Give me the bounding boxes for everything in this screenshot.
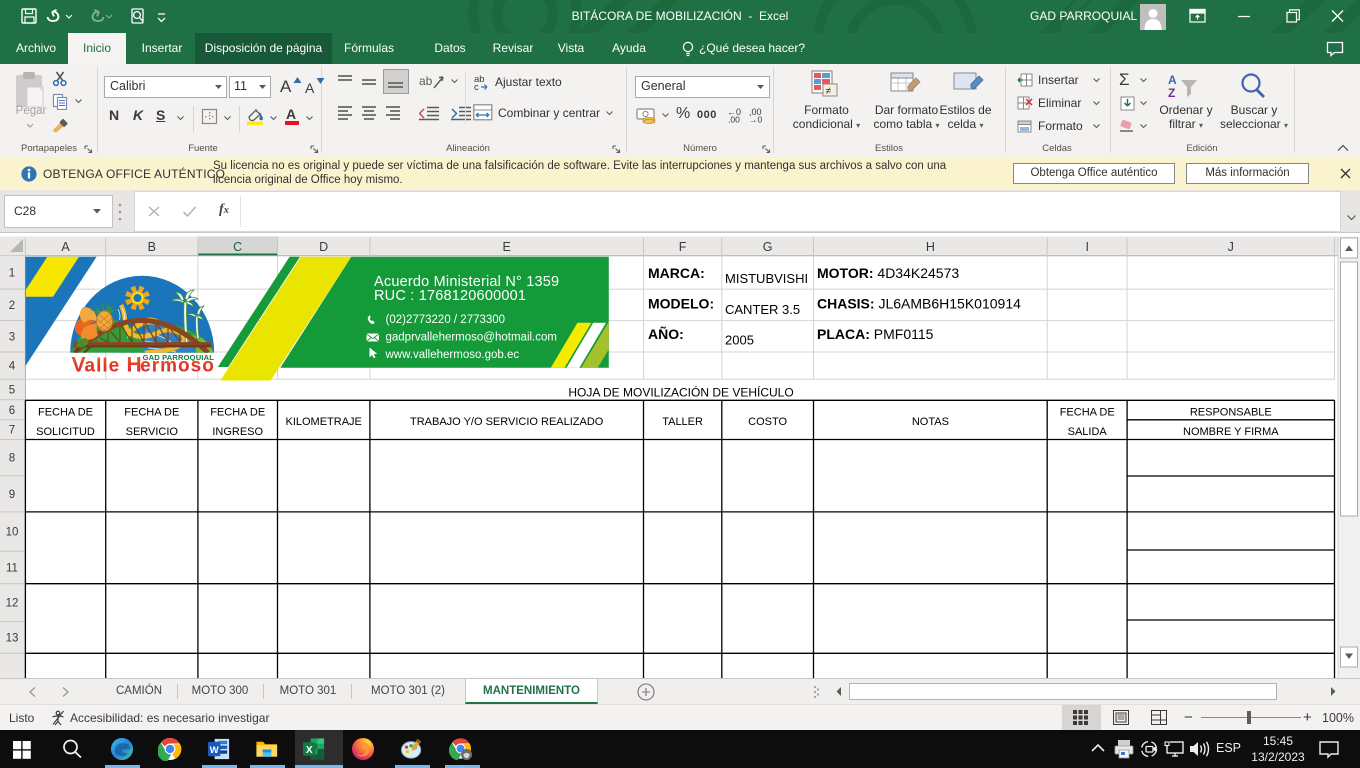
svg-text:CHASIS: JL6AMB6H15K010914: CHASIS: JL6AMB6H15K010914 — [817, 295, 1021, 311]
svg-text:→0: →0 — [749, 115, 763, 124]
svg-text:SOLICITUD: SOLICITUD — [36, 426, 95, 438]
svg-text:SERVICIO: SERVICIO — [126, 426, 179, 438]
svg-text:MOTOR: 4D34K24573: MOTOR: 4D34K24573 — [817, 265, 959, 281]
svg-text:C: C — [233, 240, 242, 254]
svg-text:RESPONSABLE: RESPONSABLE — [1190, 406, 1272, 418]
svg-text:KILOMETRAJE: KILOMETRAJE — [285, 416, 361, 428]
svg-text:J: J — [1228, 240, 1234, 254]
svg-text:7: 7 — [9, 425, 15, 437]
svg-text:AÑO:: AÑO: — [648, 325, 684, 342]
svg-text:NOMBRE Y FIRMA: NOMBRE Y FIRMA — [1183, 426, 1279, 438]
svg-text:8: 8 — [9, 453, 15, 465]
svg-text:1: 1 — [9, 267, 15, 279]
svg-text:(02)2773220 / 2773300: (02)2773220 / 2773300 — [386, 314, 506, 326]
svg-text:B: B — [148, 240, 156, 254]
svg-text:≠: ≠ — [826, 86, 832, 97]
svg-text:W: W — [210, 745, 220, 756]
svg-text:E: E — [503, 240, 511, 254]
svg-text:FECHA DE: FECHA DE — [124, 406, 179, 418]
svg-text:I: I — [1085, 240, 1088, 254]
svg-text:MARCA:: MARCA: — [648, 265, 705, 281]
svg-text:Z: Z — [1168, 86, 1175, 100]
svg-text:X: X — [306, 745, 313, 756]
svg-text:ab: ab — [419, 74, 433, 88]
svg-text:G: G — [763, 240, 773, 254]
svg-text:13: 13 — [6, 633, 19, 645]
svg-text:FECHA DE: FECHA DE — [210, 406, 265, 418]
svg-text:D: D — [319, 240, 328, 254]
svg-text:PLACA: PMF0115: PLACA: PMF0115 — [817, 326, 934, 342]
svg-text:MODELO:: MODELO: — [648, 295, 714, 311]
svg-text:RUC : 1768120600001: RUC : 1768120600001 — [374, 288, 526, 304]
svg-text:FECHA DE: FECHA DE — [1060, 406, 1115, 418]
svg-text:COSTO: COSTO — [748, 416, 787, 428]
svg-text:INGRESO: INGRESO — [212, 426, 263, 438]
svg-text:6: 6 — [9, 405, 15, 417]
svg-text:4: 4 — [9, 361, 16, 373]
svg-text:www.vallehermoso.gob.ec: www.vallehermoso.gob.ec — [385, 349, 520, 361]
svg-text:GAD PARROQUIAL: GAD PARROQUIAL — [143, 353, 215, 362]
svg-text:9: 9 — [9, 489, 15, 501]
svg-text:F: F — [679, 240, 687, 254]
svg-text:CANTER 3.5: CANTER 3.5 — [725, 302, 800, 317]
svg-text:5: 5 — [9, 385, 15, 397]
svg-text:MISTUBVISHI: MISTUBVISHI — [725, 271, 808, 286]
svg-text:2: 2 — [9, 300, 15, 312]
svg-text:NOTAS: NOTAS — [912, 416, 949, 428]
svg-text:3: 3 — [9, 331, 15, 343]
svg-text:H: H — [926, 240, 935, 254]
svg-text:TALLER: TALLER — [662, 416, 703, 428]
svg-text:12: 12 — [6, 598, 19, 610]
svg-text:2005: 2005 — [725, 332, 754, 347]
svg-text:TRABAJO Y/O SERVICIO REALIZADO: TRABAJO Y/O SERVICIO REALIZADO — [410, 416, 604, 428]
svg-text:A: A — [61, 240, 70, 254]
svg-text:11: 11 — [6, 563, 18, 575]
svg-text:,00: ,00 — [728, 115, 740, 124]
svg-text:SALIDA: SALIDA — [1068, 426, 1108, 438]
svg-text:A: A — [1168, 73, 1177, 87]
svg-text:HOJA DE MOVILIZACIÓN DE VEHÍCU: HOJA DE MOVILIZACIÓN DE VEHÍCULO — [568, 385, 793, 400]
svg-text:FECHA DE: FECHA DE — [38, 406, 93, 418]
svg-text:c: c — [474, 82, 479, 91]
svg-text:gadprvallehermoso@hotmail.com: gadprvallehermoso@hotmail.com — [386, 332, 557, 344]
svg-text:10: 10 — [6, 527, 19, 539]
